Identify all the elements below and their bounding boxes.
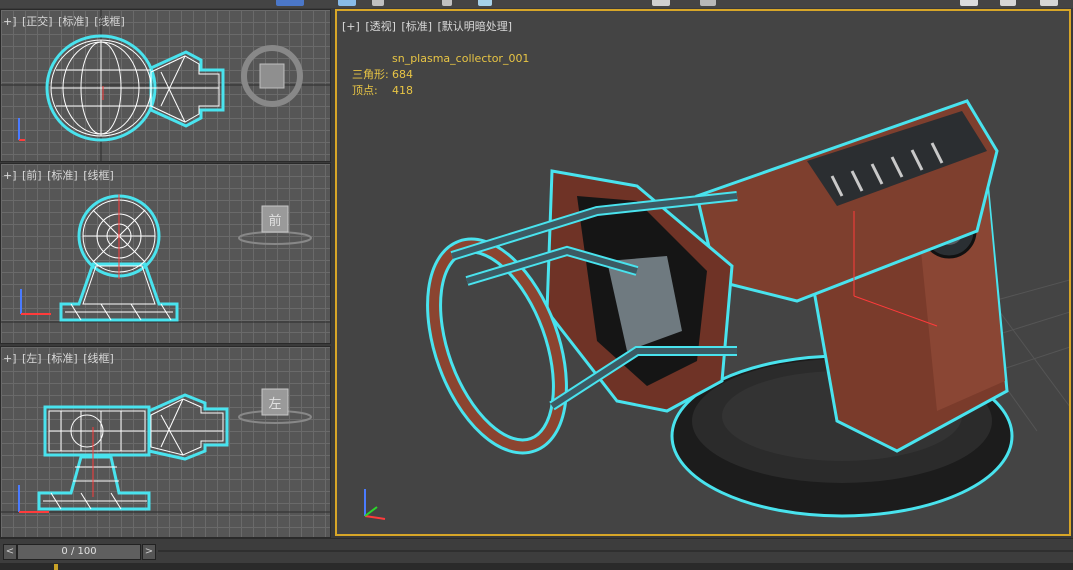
front-wireframe-model[interactable]: 前: [1, 164, 330, 343]
axis-gizmo: [18, 118, 25, 141]
view-cube-label[interactable]: 左: [268, 397, 281, 412]
left-wireframe-model[interactable]: 左: [1, 347, 330, 537]
mirror-icon[interactable]: [700, 0, 716, 6]
render-frame-icon[interactable]: [1040, 0, 1058, 6]
move-icon[interactable]: [372, 0, 384, 6]
scale-icon[interactable]: [478, 0, 492, 6]
rotate-icon[interactable]: [442, 0, 452, 6]
axis-gizmo: [20, 289, 51, 315]
perspective-model-render[interactable]: [337, 11, 1071, 536]
view-cube-front[interactable]: 前: [238, 205, 312, 245]
perspective-viewport[interactable]: [+] [透视] [标准] [默认明暗处理] sn_plasma_collect…: [335, 9, 1071, 536]
next-frame-button[interactable]: >: [142, 544, 156, 560]
view-cube-left[interactable]: 左: [238, 388, 312, 424]
time-slider-bar: < 0 / 100 >: [0, 538, 1073, 563]
align-icon[interactable]: [960, 0, 978, 6]
render-icon[interactable]: [1000, 0, 1016, 6]
front-viewport[interactable]: +] [前] [标准] [线框] 前: [0, 163, 331, 344]
main-toolbar: [0, 0, 1073, 8]
lasso-icon[interactable]: [338, 0, 356, 6]
time-track[interactable]: [158, 550, 1073, 552]
top-wireframe-model[interactable]: [1, 10, 330, 161]
select-tool-icon[interactable]: [276, 0, 304, 6]
left-viewport[interactable]: +] [左] [标准] [线框] 左: [0, 346, 331, 538]
time-slider[interactable]: 0 / 100: [17, 544, 141, 560]
snap-icon[interactable]: [652, 0, 670, 6]
axis-gizmo: [364, 489, 386, 520]
top-viewport[interactable]: +] [正交] [标准] [线框]: [0, 9, 331, 162]
prev-frame-button[interactable]: <: [3, 544, 17, 560]
view-cube-label[interactable]: 前: [268, 213, 281, 229]
view-cube-top[interactable]: [241, 45, 303, 107]
keyframe-marker[interactable]: [54, 564, 58, 570]
track-bar[interactable]: [0, 563, 1073, 570]
